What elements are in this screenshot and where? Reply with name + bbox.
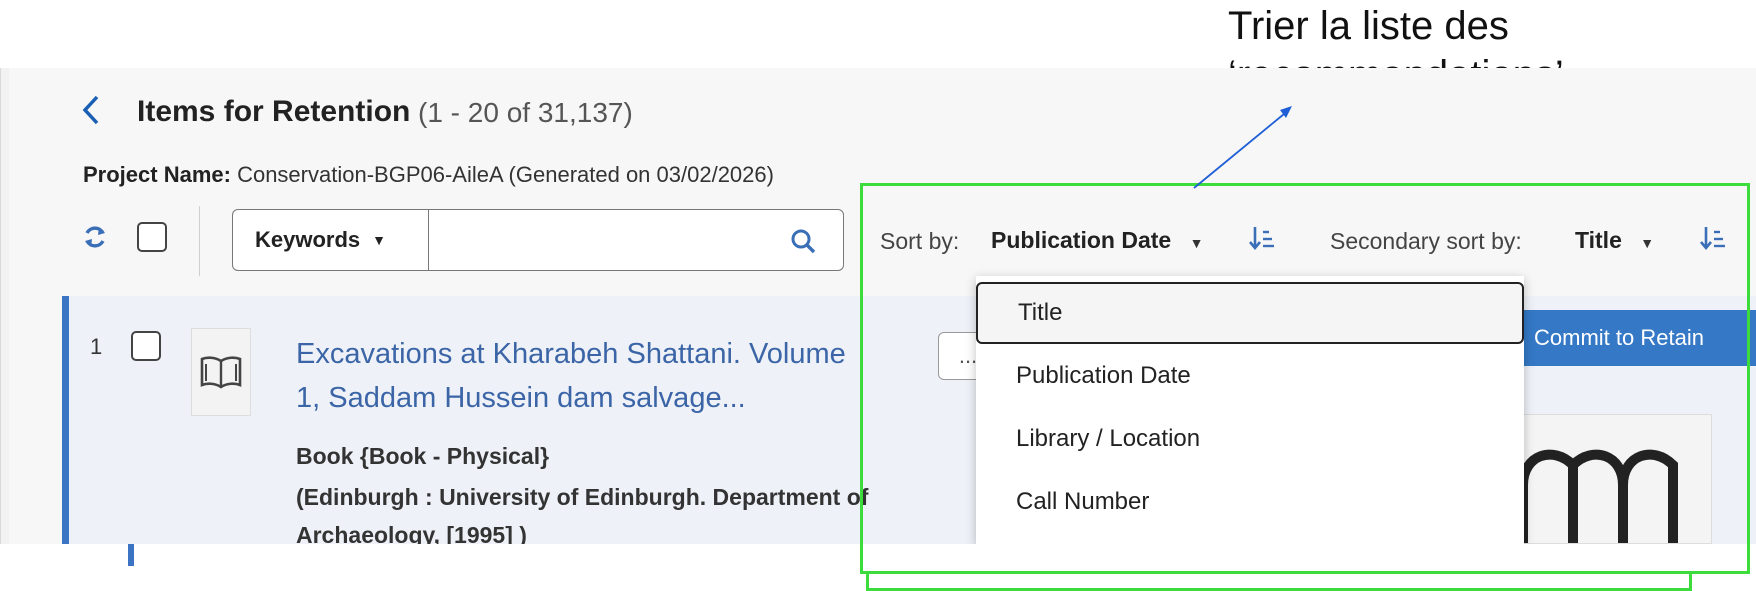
panel-left-edge [0, 68, 9, 544]
item-title-line-1: Excavations at Kharabeh Shattani. Volume [296, 338, 846, 370]
book-open-icon [191, 328, 251, 416]
annotation-arrow [1190, 104, 1300, 190]
item-number: 1 [90, 334, 103, 359]
toolbar-divider [199, 206, 200, 276]
item-title-line-2: 1, Saddam Hussein dam salvage... [296, 382, 746, 414]
item-title-link[interactable]: Excavations at Kharabeh Shattani. Volume… [296, 332, 946, 420]
highlight-frame [860, 183, 1750, 574]
project-label: Project Name: [83, 162, 231, 187]
search-scope-dropdown[interactable]: Keywords ▼ [232, 209, 428, 271]
refresh-icon[interactable] [82, 224, 108, 250]
search-icon[interactable] [790, 228, 816, 254]
annotation-line-1: Trier la liste des [1228, 4, 1509, 48]
search-input[interactable] [428, 209, 844, 271]
item-type: Book {Book - Physical} [296, 443, 550, 469]
select-all-checkbox[interactable] [137, 222, 167, 252]
chevron-left-icon[interactable] [80, 93, 102, 135]
caret-down-icon: ▼ [372, 232, 387, 248]
project-name-line: Project Name: Conservation-BGP06-AileA (… [83, 162, 774, 188]
item-publisher-line-2: Archaeology, [1995] ) [296, 522, 527, 544]
page-title: Items for Retention [137, 95, 411, 128]
project-value: Conservation-BGP06-AileA (Generated on 0… [237, 162, 774, 187]
item-publisher: (Edinburgh : University of Edinburgh. De… [296, 484, 869, 510]
search-scope-label: Keywords [255, 227, 361, 252]
lower-strip-accent [128, 544, 134, 566]
item-checkbox[interactable] [131, 331, 161, 361]
highlight-frame-lower [866, 574, 1692, 591]
result-count: (1 - 20 of 31,137) [418, 97, 633, 128]
